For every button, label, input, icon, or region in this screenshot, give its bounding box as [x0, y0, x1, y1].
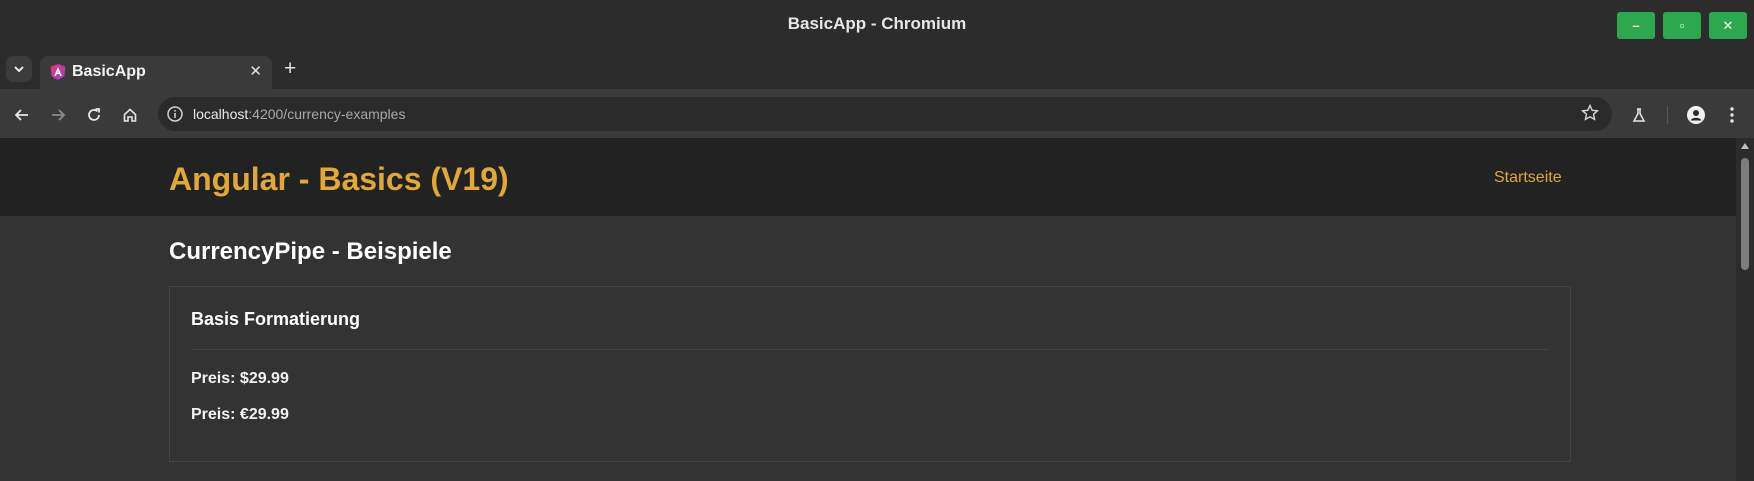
- browser-toolbar: localhost:4200/currency-examples: [0, 89, 1754, 138]
- nav-link-startseite[interactable]: Startseite: [1494, 169, 1562, 187]
- toolbar-separator: [1667, 106, 1668, 124]
- page-scrollbar[interactable]: [1736, 138, 1754, 481]
- labs-button[interactable]: [1628, 104, 1650, 126]
- card-title: Basis Formatierung: [191, 309, 361, 329]
- url-text[interactable]: localhost:4200/currency-examples: [193, 106, 405, 122]
- app-title[interactable]: Angular - Basics (V19): [169, 161, 509, 198]
- chevron-down-icon: [14, 66, 24, 73]
- labs-flask-icon: [1632, 108, 1646, 122]
- browser-menu-button[interactable]: [1721, 104, 1743, 126]
- url-path: :4200/currency-examples: [248, 106, 406, 122]
- app-header: Angular - Basics (V19) Startseite: [0, 138, 1736, 216]
- home-icon: [123, 108, 137, 122]
- maximize-button[interactable]: ▫: [1663, 12, 1701, 39]
- scroll-up-arrow-icon[interactable]: [1741, 143, 1749, 149]
- site-info-icon[interactable]: [166, 105, 184, 123]
- back-button[interactable]: [11, 104, 33, 126]
- new-tab-button[interactable]: +: [284, 58, 296, 79]
- card-divider: [191, 349, 1549, 350]
- back-icon: [14, 109, 28, 121]
- tab-close-icon[interactable]: ✕: [249, 62, 262, 80]
- reload-icon: [88, 108, 100, 121]
- home-button[interactable]: [119, 104, 141, 126]
- window-title: BasicApp - Chromium: [787, 14, 967, 33]
- reload-button[interactable]: [83, 104, 105, 126]
- page-viewport: Angular - Basics (V19) Startseite Curren…: [0, 138, 1736, 481]
- profile-button[interactable]: [1685, 104, 1707, 126]
- tab-label: BasicApp: [72, 63, 146, 80]
- tab-strip: BasicApp ✕ +: [0, 50, 1754, 90]
- page-heading: CurrencyPipe - Beispiele: [169, 238, 452, 265]
- window-titlebar: BasicApp - Chromium – ▫ ✕: [0, 0, 1754, 50]
- minimize-button[interactable]: –: [1617, 12, 1655, 39]
- profile-icon: [1687, 106, 1705, 124]
- url-host: localhost: [193, 106, 249, 122]
- forward-button[interactable]: [47, 104, 69, 126]
- price-line-eur: Preis: €29.99: [191, 406, 289, 423]
- scrollbar-thumb[interactable]: [1741, 158, 1749, 270]
- address-bar[interactable]: localhost:4200/currency-examples: [158, 97, 1612, 131]
- angular-logo-icon: [50, 64, 66, 80]
- close-window-button[interactable]: ✕: [1709, 12, 1747, 39]
- price-line-usd: Preis: $29.99: [191, 370, 289, 387]
- forward-icon: [52, 109, 66, 121]
- example-card: Basis Formatierung Preis: $29.99 Preis: …: [169, 286, 1571, 462]
- tab-basicapp[interactable]: BasicApp ✕: [40, 56, 272, 90]
- bookmark-star-icon[interactable]: [1580, 103, 1600, 123]
- tab-search-button[interactable]: [6, 56, 32, 82]
- menu-kebab-icon: [1730, 107, 1734, 123]
